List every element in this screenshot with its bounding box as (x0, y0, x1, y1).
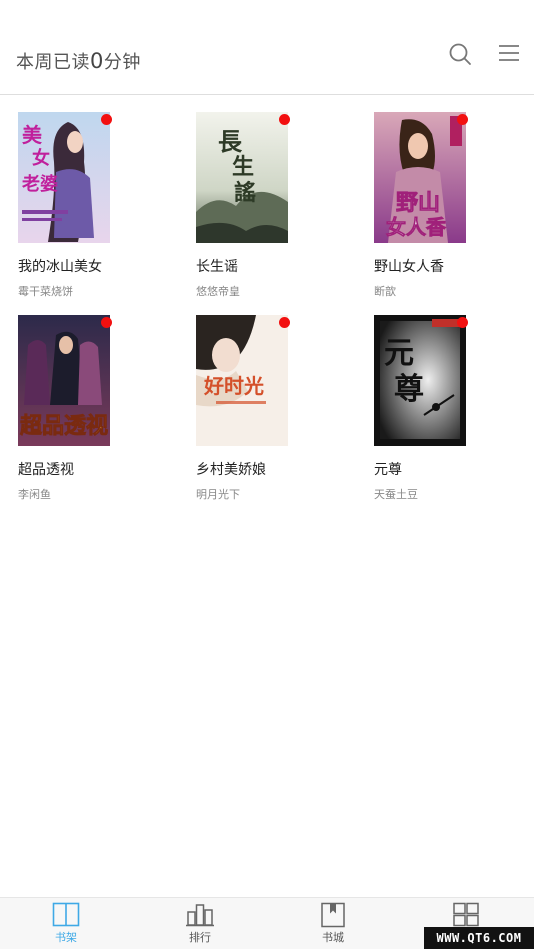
update-dot (457, 114, 468, 125)
book-cover[interactable]: 好时光 (196, 315, 288, 446)
book-item[interactable]: 超品透视 超品透视 李闲鱼 (18, 315, 148, 505)
tab-bookstore[interactable]: 书城 (288, 898, 378, 950)
svg-text:超品透视: 超品透视 (20, 413, 108, 439)
book-author: 天蚕土豆 (374, 488, 418, 501)
svg-text:好时光: 好时光 (203, 374, 264, 398)
update-dot (457, 317, 468, 328)
book-item[interactable]: 元 尊 元尊 天蚕土豆 (374, 315, 504, 505)
update-dot (101, 317, 112, 328)
book-cover[interactable]: 美 女 老婆 (18, 112, 110, 243)
svg-text:野山: 野山 (396, 191, 440, 216)
weekly-reading-stat: 本周已读0分钟 (16, 48, 141, 74)
svg-text:謠: 謠 (234, 180, 256, 206)
book-item[interactable]: 長 生 謠 长生谣 悠悠帝皇 (196, 112, 326, 302)
watermark: WWW.QT6.COM (424, 927, 534, 949)
svg-text:美: 美 (22, 123, 43, 147)
book-author: 霉干菜烧饼 (18, 285, 73, 298)
book-cover[interactable]: 長 生 謠 (196, 112, 288, 243)
update-dot (101, 114, 112, 125)
book-cover[interactable]: 元 尊 (374, 315, 466, 446)
book-cover[interactable]: 超品透视 (18, 315, 110, 446)
book-author: 断歆 (374, 285, 396, 298)
bookshelf-icon (52, 902, 80, 927)
svg-text:長: 長 (218, 127, 243, 156)
reading-suffix: 分钟 (103, 52, 141, 73)
ranking-icon (186, 904, 214, 927)
book-cover[interactable]: 野山 女人香 (374, 112, 466, 243)
tab-label: 排行 (189, 931, 211, 944)
book-title: 乡村美娇娘 (196, 462, 266, 478)
book-title: 我的冰山美女 (18, 259, 102, 275)
svg-text:元: 元 (384, 336, 414, 371)
svg-text:老婆: 老婆 (22, 173, 58, 195)
book-title: 超品透视 (18, 462, 74, 478)
reading-minutes: 0 (90, 49, 104, 73)
grid-icon (453, 902, 479, 927)
update-dot (279, 317, 290, 328)
svg-text:生: 生 (232, 154, 254, 180)
book-author: 明月光下 (196, 488, 240, 501)
top-bar: 本周已读0分钟 (0, 0, 534, 95)
bookmark-icon (321, 902, 345, 928)
book-author: 李闲鱼 (18, 488, 51, 501)
book-author: 悠悠帝皇 (196, 285, 240, 298)
tab-label: 书城 (322, 931, 344, 944)
book-item[interactable]: 好时光 乡村美娇娘 明月光下 (196, 315, 326, 505)
book-title: 元尊 (374, 462, 402, 478)
book-item[interactable]: 野山 女人香 野山女人香 断歆 (374, 112, 504, 302)
update-dot (279, 114, 290, 125)
search-icon[interactable] (448, 42, 472, 66)
tab-bookshelf[interactable]: 书架 (21, 898, 111, 950)
reading-prefix: 本周已读 (16, 52, 90, 73)
book-item[interactable]: 美 女 老婆 我的冰山美女 霉干菜烧饼 (18, 112, 148, 302)
book-title: 野山女人香 (374, 259, 444, 275)
book-title: 长生谣 (196, 259, 238, 275)
tab-ranking[interactable]: 排行 (155, 898, 245, 950)
svg-text:尊: 尊 (394, 372, 424, 407)
svg-text:女: 女 (32, 147, 50, 169)
tab-label: 书架 (55, 931, 77, 944)
svg-text:女人香: 女人香 (386, 215, 447, 239)
menu-icon[interactable] (497, 42, 521, 66)
